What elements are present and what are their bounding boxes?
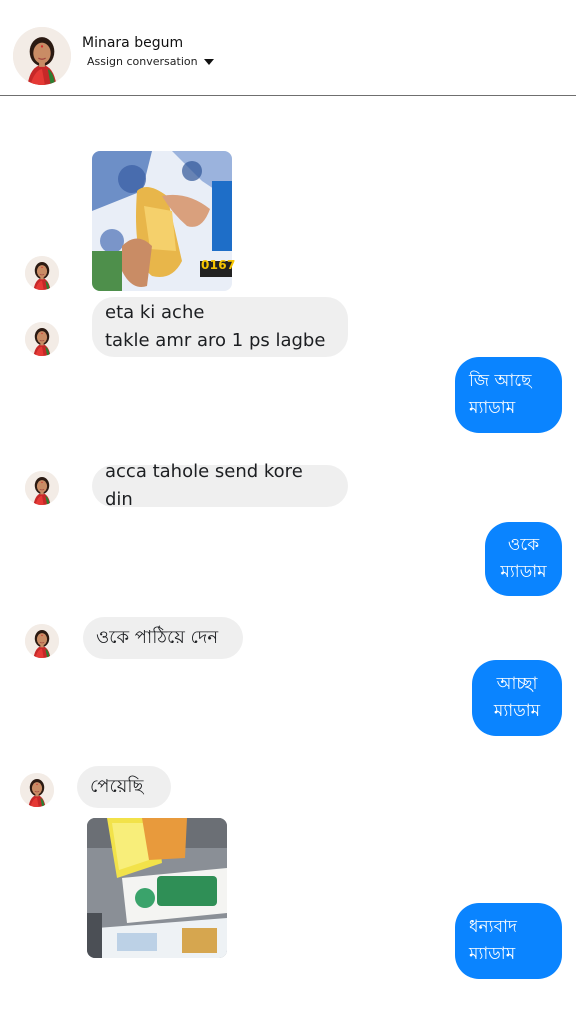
message-text: ধন্যবাদ [469, 917, 517, 937]
incoming-message[interactable]: eta ki ache takle amr aro 1 ps lagbe [92, 297, 348, 357]
sender-avatar[interactable] [25, 256, 59, 290]
outgoing-message[interactable]: জি আছে ম্যাডাম [455, 357, 562, 433]
contact-avatar[interactable] [13, 27, 71, 85]
outgoing-message[interactable]: ধন্যবাদ ম্যাডাম [455, 903, 562, 979]
message-text: আচ্ছা [496, 674, 538, 694]
message-text: ম্যাডাম [469, 944, 516, 964]
message-text: পেয়েছি [90, 776, 144, 797]
incoming-message[interactable]: পেয়েছি [77, 766, 171, 808]
message-text: eta ki ache [105, 302, 205, 323]
message-text: ম্যাডাম [469, 398, 516, 418]
chat-header: Minara begum Assign conversation [0, 0, 576, 96]
message-text: ওকে [507, 535, 540, 555]
message-text: takle amr aro 1 ps lagbe [105, 330, 326, 351]
incoming-photo[interactable] [87, 818, 227, 958]
contact-name[interactable]: Minara begum [82, 35, 183, 51]
outgoing-message[interactable]: আচ্ছা ম্যাডাম [472, 660, 562, 736]
message-text: ম্যাডাম [500, 562, 547, 582]
message-text: acca tahole send kore din [105, 461, 303, 510]
message-text: ওকে পাঠিয়ে দেন [96, 627, 219, 648]
sender-avatar[interactable] [25, 322, 59, 356]
sender-avatar[interactable] [25, 471, 59, 505]
incoming-message[interactable]: acca tahole send kore din [92, 461, 348, 510]
sender-avatar[interactable] [20, 773, 54, 807]
incoming-message[interactable]: ওকে পাঠিয়ে দেন [83, 617, 243, 659]
photo-overlay-number: 0167 [201, 258, 236, 272]
message-text: ম্যাডাম [493, 701, 541, 721]
caret-down-icon [203, 58, 214, 65]
assign-conversation-label: Assign conversation [87, 55, 198, 68]
message-text: জি আছে [469, 371, 532, 391]
assign-conversation-dropdown[interactable]: Assign conversation [87, 55, 214, 68]
sender-avatar[interactable] [25, 624, 59, 658]
outgoing-message[interactable]: ওকে ম্যাডাম [485, 522, 562, 596]
